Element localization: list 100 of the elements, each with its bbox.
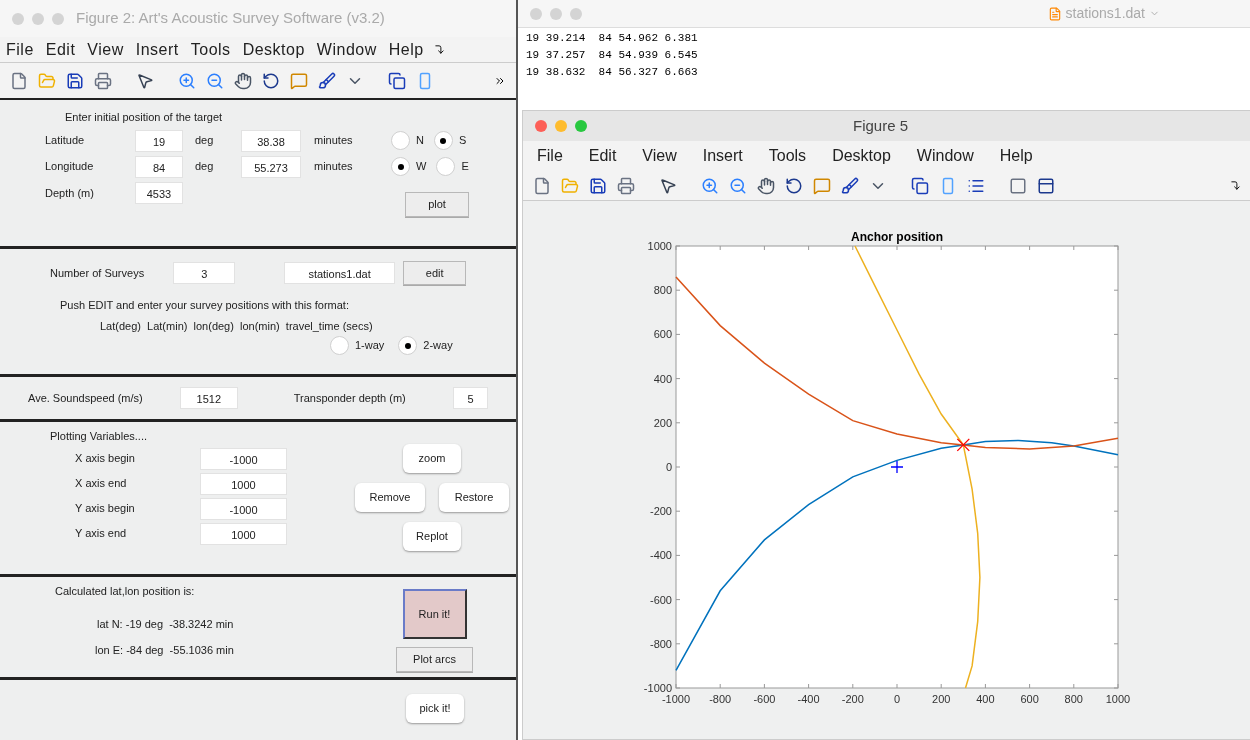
menu-item[interactable]: Tools: [762, 144, 813, 168]
document-icon: [1047, 6, 1062, 21]
restore-button[interactable]: Restore: [439, 483, 509, 512]
radio-label: 1-way: [355, 338, 385, 354]
data-cursor-icon[interactable]: [290, 71, 308, 90]
radio-button[interactable]: [391, 157, 410, 176]
tick-label: -200: [649, 505, 672, 518]
menu-item[interactable]: Insert: [696, 144, 749, 168]
remove-button[interactable]: Remove: [355, 483, 425, 512]
tick-label: 0: [665, 461, 672, 473]
radio-button[interactable]: [391, 131, 410, 150]
brush-icon[interactable]: [318, 71, 336, 90]
edit-button[interactable]: edit: [403, 261, 466, 285]
arrow-icon[interactable]: [433, 44, 445, 55]
menu-item[interactable]: Edit: [582, 144, 623, 168]
radio-label: E: [461, 159, 469, 175]
zoom-in-icon[interactable]: [178, 71, 196, 90]
text-field[interactable]: -1000: [200, 497, 287, 520]
text-field[interactable]: 1000: [200, 472, 287, 495]
hand-icon[interactable]: [757, 176, 775, 195]
radio-button[interactable]: [436, 157, 456, 176]
rotate-icon[interactable]: [262, 71, 280, 90]
menu-item[interactable]: Tools: [184, 37, 237, 62]
plot-button[interactable]: plot: [405, 191, 469, 217]
save-icon[interactable]: [589, 176, 607, 195]
zoom-button[interactable]: zoom: [403, 444, 461, 473]
tick-label: 200: [653, 416, 672, 429]
new-file-icon[interactable]: [10, 71, 28, 90]
pointer-icon[interactable]: [659, 176, 677, 195]
text-field[interactable]: 4533: [135, 181, 183, 204]
print-icon[interactable]: [94, 71, 112, 90]
text-field[interactable]: 1000: [200, 522, 287, 545]
menu-item[interactable]: Window: [310, 37, 383, 62]
save-icon[interactable]: [66, 71, 84, 90]
window-title: stations1.dat: [1065, 4, 1145, 23]
tick-label: 1000: [647, 240, 672, 252]
print-icon[interactable]: [617, 176, 635, 195]
run-button[interactable]: Run it!: [402, 589, 467, 639]
menu-item[interactable]: File: [531, 144, 569, 168]
square-icon[interactable]: [1009, 176, 1027, 195]
unit-label: deg: [194, 159, 215, 175]
text-line: 19 39.214 84 54.962 6.381: [526, 31, 699, 46]
unit-label: deg: [194, 133, 215, 149]
text-field[interactable]: 84: [135, 155, 183, 178]
text-field[interactable]: -1000: [200, 447, 287, 470]
text-field[interactable]: 19: [135, 129, 183, 152]
text-field[interactable]: stations1.dat: [283, 262, 396, 284]
radio-label: W: [416, 159, 427, 175]
pointer-icon[interactable]: [136, 71, 154, 90]
zoom-out-icon[interactable]: [729, 176, 747, 195]
menu-item[interactable]: Insert: [129, 37, 185, 62]
menu-item[interactable]: Desktop: [826, 144, 897, 168]
text-field[interactable]: 1512: [179, 387, 238, 409]
tick-label: 600: [653, 328, 672, 341]
text-field[interactable]: 38.38: [241, 129, 301, 152]
menu-item[interactable]: View: [636, 144, 683, 168]
data-cursor-icon[interactable]: [813, 176, 831, 195]
plot-arcs-button[interactable]: Plot arcs: [396, 647, 473, 672]
chart-title: Anchor position: [851, 230, 943, 244]
close-button[interactable]: [535, 120, 547, 132]
field-label: Ave. Soundspeed (m/s): [28, 390, 144, 406]
window-title: Figure 2: Art's Acoustic Survey Software (v3.2): [76, 8, 385, 29]
field-label: Longitude: [45, 159, 95, 175]
field-label: Y axis begin: [75, 501, 136, 517]
rotate-icon[interactable]: [785, 176, 803, 195]
replot-button[interactable]: Replot: [403, 522, 461, 551]
hand-icon[interactable]: [234, 71, 252, 90]
tick-label: -400: [649, 549, 672, 562]
radio-button[interactable]: [330, 336, 349, 355]
menu-item[interactable]: Help: [993, 144, 1039, 168]
plus-marker: [890, 460, 904, 474]
field-label: X axis end: [75, 476, 128, 492]
zoom-out-icon[interactable]: [206, 71, 224, 90]
tick-label: -1000: [643, 682, 672, 694]
panel-icon[interactable]: [1037, 176, 1055, 195]
radio-label: S: [458, 133, 467, 149]
tick-label: -400: [797, 693, 820, 705]
menu-item[interactable]: Edit: [39, 37, 82, 62]
menu-item[interactable]: Window: [910, 144, 980, 168]
radio-button[interactable]: [398, 336, 418, 355]
brush-icon[interactable]: [841, 176, 859, 195]
field-label: Transponder depth (m): [293, 390, 407, 406]
menu-item[interactable]: File: [0, 37, 40, 62]
pick-button[interactable]: pick it!: [406, 694, 464, 723]
menu-item[interactable]: View: [81, 37, 130, 62]
zoom-in-icon[interactable]: [701, 176, 719, 195]
longitude-result: lon E: -84 deg -55.1036 min: [95, 643, 234, 658]
tick-label: 600: [1020, 693, 1039, 705]
tick-label: 400: [976, 693, 995, 705]
text-field[interactable]: 55.273: [241, 155, 301, 178]
radio-button[interactable]: [433, 131, 453, 150]
text-field[interactable]: 5: [453, 387, 488, 409]
menu-item[interactable]: Desktop: [236, 37, 311, 62]
menu-item[interactable]: Help: [382, 37, 430, 62]
tick-label: -800: [649, 637, 672, 650]
new-file-icon[interactable]: [533, 176, 551, 195]
field-label: Latitude: [45, 133, 86, 149]
unit-label: minutes: [313, 133, 354, 149]
text-field[interactable]: 3: [173, 262, 236, 284]
arrow-icon[interactable]: [1230, 180, 1241, 191]
